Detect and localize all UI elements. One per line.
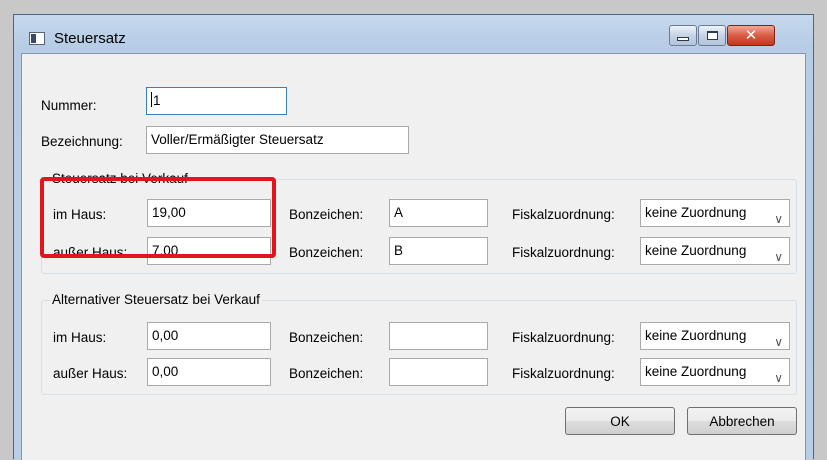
bonzeichen-label: Bonzeichen:	[289, 245, 364, 260]
alt-im-haus-rate-value: 0,00	[152, 328, 179, 343]
alt-ausser-haus-fiskal-value: keine Zuordnung	[645, 364, 747, 379]
bonzeichen-label: Bonzeichen:	[289, 330, 364, 345]
title-bar[interactable]: Steuersatz ✕	[14, 15, 813, 53]
window-app-icon	[29, 32, 45, 45]
fiskalzuordnung-label: Fiskalzuordnung:	[512, 207, 615, 222]
im-haus-fiskal-dropdown[interactable]: keine Zuordnung ∨	[640, 199, 790, 227]
alt-ausser-haus-bonzeichen-input[interactable]	[389, 358, 488, 386]
im-haus-bonzeichen-value: A	[394, 205, 404, 220]
chevron-down-icon: ∨	[774, 212, 783, 226]
alt-im-haus-label: im Haus:	[53, 330, 107, 345]
alt-ausser-haus-rate-value: 0,00	[152, 364, 179, 379]
close-icon: ✕	[744, 26, 758, 44]
alt-im-haus-rate-input[interactable]: 0,00	[147, 322, 271, 350]
alt-ausser-haus-fiskal-dropdown[interactable]: keine Zuordnung ∨	[640, 358, 790, 386]
minimize-icon	[677, 36, 689, 41]
bonzeichen-label: Bonzeichen:	[289, 366, 364, 381]
bezeichnung-label: Bezeichnung:	[41, 134, 123, 149]
fiskalzuordnung-label: Fiskalzuordnung:	[512, 366, 615, 381]
alt-ausser-haus-rate-input[interactable]: 0,00	[147, 358, 271, 386]
bezeichnung-input[interactable]: Voller/Ermäßigter Steuersatz	[146, 126, 409, 154]
chevron-down-icon: ∨	[774, 371, 783, 385]
ok-button[interactable]: OK	[565, 407, 675, 435]
window-title: Steuersatz	[54, 30, 126, 47]
chevron-down-icon: ∨	[774, 250, 783, 264]
ausser-haus-bonzeichen-input[interactable]: B	[389, 237, 488, 265]
bonzeichen-label: Bonzeichen:	[289, 207, 364, 222]
cancel-button[interactable]: Abbrechen	[687, 407, 797, 435]
alt-ausser-haus-label: außer Haus:	[53, 366, 128, 381]
nummer-label: Nummer:	[41, 98, 97, 113]
alt-im-haus-fiskal-dropdown[interactable]: keine Zuordnung ∨	[640, 322, 790, 350]
ausser-haus-bonzeichen-value: B	[394, 243, 404, 258]
chevron-down-icon: ∨	[774, 335, 783, 349]
highlight-annotation-box	[40, 177, 276, 258]
im-haus-bonzeichen-input[interactable]: A	[389, 199, 488, 227]
maximize-icon	[706, 31, 718, 40]
text-caret	[151, 92, 152, 107]
fiskalzuordnung-label: Fiskalzuordnung:	[512, 330, 615, 345]
close-button[interactable]: ✕	[727, 25, 775, 46]
nummer-value: 1	[153, 93, 161, 108]
fiskalzuordnung-label: Fiskalzuordnung:	[512, 245, 615, 260]
ausser-haus-fiskal-dropdown[interactable]: keine Zuordnung ∨	[640, 237, 790, 265]
im-haus-fiskal-value: keine Zuordnung	[645, 205, 747, 220]
bezeichnung-value: Voller/Ermäßigter Steuersatz	[151, 132, 324, 147]
alt-im-haus-fiskal-value: keine Zuordnung	[645, 328, 747, 343]
nummer-input[interactable]: 1	[146, 87, 287, 115]
group-alternativer-legend: Alternativer Steuersatz bei Verkauf	[50, 292, 262, 308]
alt-im-haus-bonzeichen-input[interactable]	[389, 322, 488, 350]
minimize-button[interactable]	[669, 25, 697, 46]
maximize-button[interactable]	[698, 25, 726, 46]
ausser-haus-fiskal-value: keine Zuordnung	[645, 243, 747, 258]
